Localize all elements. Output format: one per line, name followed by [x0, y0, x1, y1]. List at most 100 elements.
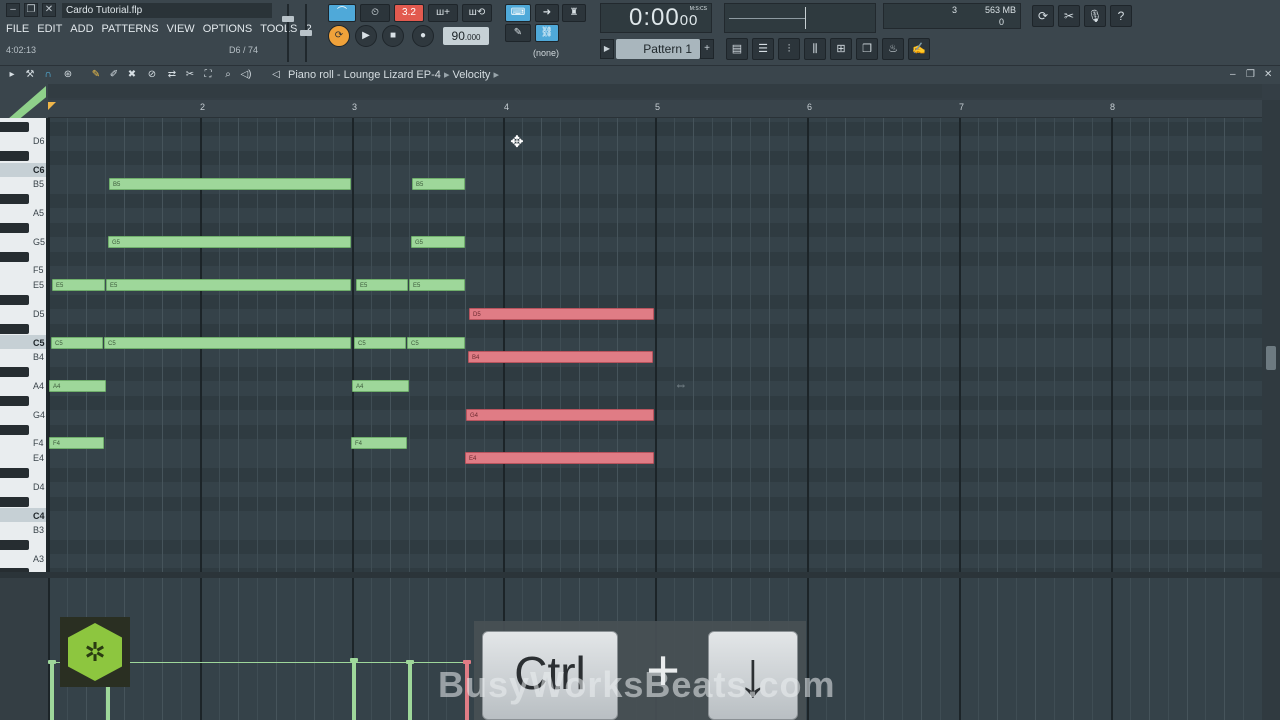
paint-tool-icon[interactable]: ✐: [106, 67, 122, 83]
restore-icon[interactable]: ❐: [24, 3, 38, 17]
event-scrollbar[interactable]: [1262, 578, 1280, 720]
tempo-display[interactable]: 90.000: [443, 27, 489, 45]
velocity-bar[interactable]: [408, 662, 412, 720]
typing-keyboard-icon[interactable]: ⌨: [505, 4, 531, 22]
menu-patterns[interactable]: PATTERNS: [102, 20, 159, 38]
loop-icon[interactable]: ⟳: [328, 25, 350, 47]
microphone-icon[interactable]: 🎙: [1084, 5, 1106, 27]
velocity-handle[interactable]: [48, 660, 56, 664]
black-key[interactable]: [0, 252, 29, 262]
pr-minimize-icon[interactable]: –: [1230, 66, 1236, 84]
snap-button[interactable]: 3.2: [394, 4, 424, 22]
help-icon[interactable]: ?: [1110, 5, 1132, 27]
black-key[interactable]: [0, 151, 29, 161]
note[interactable]: B5: [412, 178, 465, 190]
black-key[interactable]: [0, 396, 29, 406]
velocity-bar[interactable]: [352, 660, 356, 720]
note-selected[interactable]: D5: [469, 308, 654, 320]
channel-rack-icon[interactable]: ⫶: [778, 38, 800, 60]
stop-icon[interactable]: ■: [382, 25, 404, 47]
wait-icon[interactable]: ♜: [562, 4, 586, 22]
velocity-bar[interactable]: [50, 662, 54, 720]
black-key[interactable]: [0, 367, 29, 377]
draw-tool-icon[interactable]: ✎: [88, 67, 104, 83]
menu-options[interactable]: OPTIONS: [203, 20, 253, 38]
note[interactable]: A4: [49, 380, 106, 392]
playback-tool-icon[interactable]: ◁): [238, 67, 254, 83]
vertical-scrollbar[interactable]: [1262, 100, 1280, 572]
record-icon[interactable]: ●: [412, 25, 434, 47]
master-pitch-slider[interactable]: [300, 4, 312, 62]
velocity-handle[interactable]: [406, 660, 414, 664]
close-icon[interactable]: ✕: [42, 3, 56, 17]
velocity-handle[interactable]: [350, 658, 358, 662]
add-pattern-icon[interactable]: +: [700, 39, 714, 59]
note[interactable]: E5: [409, 279, 465, 291]
pr-close-icon[interactable]: ✕: [1264, 66, 1272, 84]
menu-add[interactable]: ADD: [70, 20, 93, 38]
black-key[interactable]: [0, 122, 29, 132]
event-target[interactable]: Velocity: [453, 69, 491, 81]
refresh-icon[interactable]: ⟳: [1032, 5, 1054, 27]
note[interactable]: G5: [108, 236, 351, 248]
record-menu-icon[interactable]: ⊛: [60, 67, 76, 83]
plugin-picker-icon[interactable]: ♨: [882, 38, 904, 60]
select-tool-icon[interactable]: ⛶: [200, 67, 216, 83]
project-info-icon[interactable]: ❒: [856, 38, 878, 60]
zoom-tool-icon[interactable]: ⌕: [220, 67, 236, 83]
channel-selector[interactable]: (none): [533, 46, 589, 60]
note-grid[interactable]: B5 B5 G5 G5 E5 E5 E5 E5 C5 C5 C5 C5 A4 A…: [48, 118, 1262, 572]
note[interactable]: F4: [49, 437, 104, 449]
pencil-icon[interactable]: ✎: [505, 24, 531, 42]
note-selected[interactable]: B4: [468, 351, 653, 363]
playlist-icon[interactable]: ▤: [726, 38, 748, 60]
piano-roll-icon[interactable]: ☰: [752, 38, 774, 60]
bar-timeline[interactable]: 2 3 4 5 6 7 8: [48, 84, 1262, 118]
arrow-icon[interactable]: ➜: [535, 4, 559, 22]
song-time-display[interactable]: 0:0000 M:S:CS: [600, 3, 712, 33]
pattern-song-icon[interactable]: ⌒: [328, 4, 356, 22]
speaker-icon[interactable]: ◁: [268, 67, 284, 83]
link-icon[interactable]: ⛓: [535, 24, 559, 42]
cut-icon[interactable]: ✂: [1058, 5, 1080, 27]
minimize-icon[interactable]: –: [6, 3, 20, 17]
note[interactable]: E5: [52, 279, 105, 291]
menu-view[interactable]: VIEW: [167, 20, 195, 38]
note-selected[interactable]: G4: [466, 409, 654, 421]
black-key[interactable]: [0, 468, 29, 478]
note[interactable]: G5: [411, 236, 465, 248]
pattern-selector[interactable]: Pattern 1: [616, 39, 700, 59]
note[interactable]: C5: [51, 337, 103, 349]
pattern-menu-icon[interactable]: ▶: [600, 39, 614, 59]
slice-tool-icon[interactable]: ✂: [182, 67, 198, 83]
black-key[interactable]: [0, 540, 29, 550]
note[interactable]: C5: [407, 337, 465, 349]
note-selected[interactable]: E4: [465, 452, 654, 464]
mute-tool-icon[interactable]: ⊘: [144, 67, 160, 83]
note[interactable]: C5: [104, 337, 351, 349]
black-key[interactable]: [0, 425, 29, 435]
menu-edit[interactable]: EDIT: [37, 20, 62, 38]
note[interactable]: B5: [109, 178, 351, 190]
pr-maximize-icon[interactable]: ❐: [1246, 66, 1255, 84]
black-key[interactable]: [0, 194, 29, 204]
piano-keyboard[interactable]: D6 C6 B5 A5 G5 F5 E5 D5 C5 B4 A4 G4 F4 E…: [0, 118, 48, 572]
playhead-marker[interactable]: [48, 102, 56, 110]
metronome-icon[interactable]: ⏲: [360, 4, 390, 22]
recording-icon[interactable]: ш⟲: [462, 4, 492, 22]
black-key[interactable]: [0, 497, 29, 507]
tools-icon[interactable]: ⚒: [22, 67, 38, 83]
note[interactable]: E5: [106, 279, 351, 291]
scroll-thumb[interactable]: [1266, 346, 1276, 370]
browser-icon[interactable]: ⊞: [830, 38, 852, 60]
slip-tool-icon[interactable]: ⇄: [164, 67, 180, 83]
step-edit-icon[interactable]: ш+: [428, 4, 458, 22]
master-volume-slider[interactable]: [282, 4, 294, 62]
touch-controller-icon[interactable]: ✍: [908, 38, 930, 60]
note[interactable]: F4: [351, 437, 407, 449]
black-key[interactable]: [0, 223, 29, 233]
note[interactable]: A4: [352, 380, 409, 392]
black-key[interactable]: [0, 324, 29, 334]
horizontal-scrollbar[interactable]: [48, 84, 1262, 98]
note[interactable]: E5: [356, 279, 408, 291]
